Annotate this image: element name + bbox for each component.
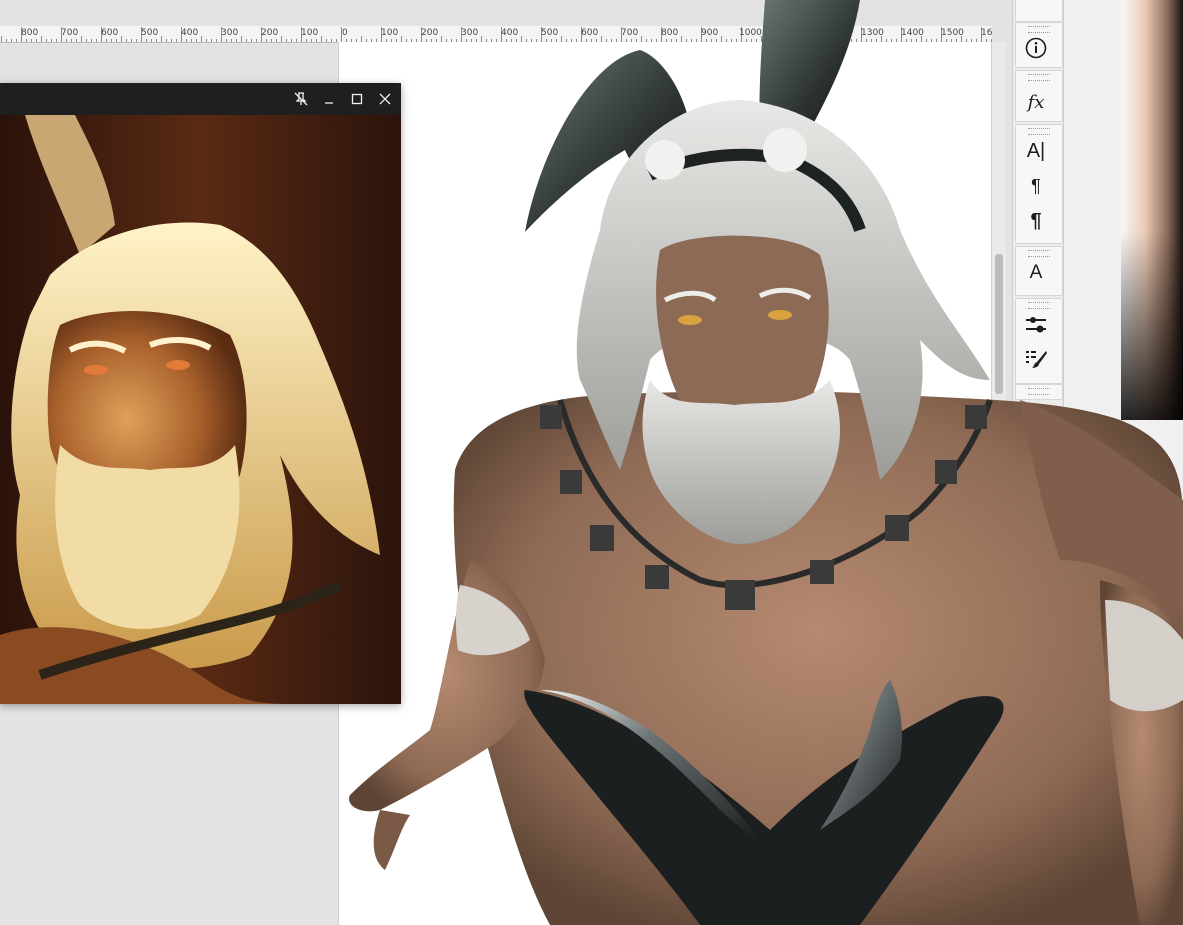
ruler-tick [211, 39, 212, 42]
ruler-tick [91, 39, 92, 42]
ruler-tick [336, 39, 337, 42]
ruler-tick [271, 39, 272, 42]
ruler-tick [196, 39, 197, 42]
ruler-tick [116, 39, 117, 42]
reference-photo [0, 115, 401, 704]
ruler-tick [136, 39, 137, 42]
ruler-label: 300 [221, 28, 239, 38]
ruler-tick [236, 39, 237, 42]
ruler-tick [186, 39, 187, 42]
close-icon[interactable] [371, 83, 399, 115]
ruler-tick [276, 39, 277, 42]
ruler-tick [241, 36, 242, 42]
reference-window-titlebar[interactable] [0, 83, 401, 115]
ruler-tick [311, 39, 312, 42]
ruler-tick [1, 36, 2, 42]
ruler-tick [151, 39, 152, 42]
minimize-icon[interactable] [315, 83, 343, 115]
ruler-tick [201, 36, 202, 42]
ruler-tick [306, 39, 307, 42]
ruler-tick [111, 39, 112, 42]
ruler-tick [131, 39, 132, 42]
ruler-tick [281, 36, 282, 42]
ruler-tick [171, 39, 172, 42]
ruler-tick [206, 39, 207, 42]
ruler-tick [326, 39, 327, 42]
ruler-tick [46, 39, 47, 42]
ruler-tick [66, 39, 67, 42]
ruler-tick [11, 39, 12, 42]
ruler-tick [76, 39, 77, 42]
ruler-tick [26, 39, 27, 42]
ruler-tick [231, 39, 232, 42]
ruler-tick [121, 36, 122, 42]
ruler-tick [71, 39, 72, 42]
ruler-label: 200 [261, 28, 279, 38]
ruler-tick [296, 39, 297, 42]
ruler-tick [156, 39, 157, 42]
unpin-icon[interactable] [287, 83, 315, 115]
maximize-icon[interactable] [343, 83, 371, 115]
ruler-tick [226, 39, 227, 42]
ruler-tick [6, 39, 7, 42]
ruler-tick [106, 39, 107, 42]
ruler-tick [176, 39, 177, 42]
ruler-tick [146, 39, 147, 42]
ruler-tick [126, 39, 127, 42]
ruler-tick [316, 39, 317, 42]
ruler-tick [216, 39, 217, 42]
ruler-tick [161, 36, 162, 42]
ruler-tick [86, 39, 87, 42]
ruler-tick [96, 39, 97, 42]
ruler-tick [191, 39, 192, 42]
ruler-tick [166, 39, 167, 42]
ruler-tick [291, 39, 292, 42]
ruler-tick [31, 39, 32, 42]
ruler-label: 400 [181, 28, 199, 38]
ruler-label: 700 [61, 28, 79, 38]
ruler-tick [321, 36, 322, 42]
ruler-tick [266, 39, 267, 42]
ruler-tick [331, 39, 332, 42]
ruler-tick [16, 39, 17, 42]
ruler-tick [286, 39, 287, 42]
ruler-tick [246, 39, 247, 42]
reference-image-window[interactable] [0, 83, 401, 704]
ruler-tick [56, 39, 57, 42]
ruler-tick [256, 39, 257, 42]
ruler-tick [51, 39, 52, 42]
face [656, 235, 829, 423]
ruler-label: 600 [101, 28, 119, 38]
ruler-tick [41, 36, 42, 42]
ruler-label: 500 [141, 28, 159, 38]
canvas-artwork[interactable] [339, 0, 1183, 925]
ruler-tick [81, 36, 82, 42]
ruler-label: 100 [301, 28, 319, 38]
ruler-tick [251, 39, 252, 42]
ruler-label: 800 [21, 28, 39, 38]
ruler-tick [36, 39, 37, 42]
